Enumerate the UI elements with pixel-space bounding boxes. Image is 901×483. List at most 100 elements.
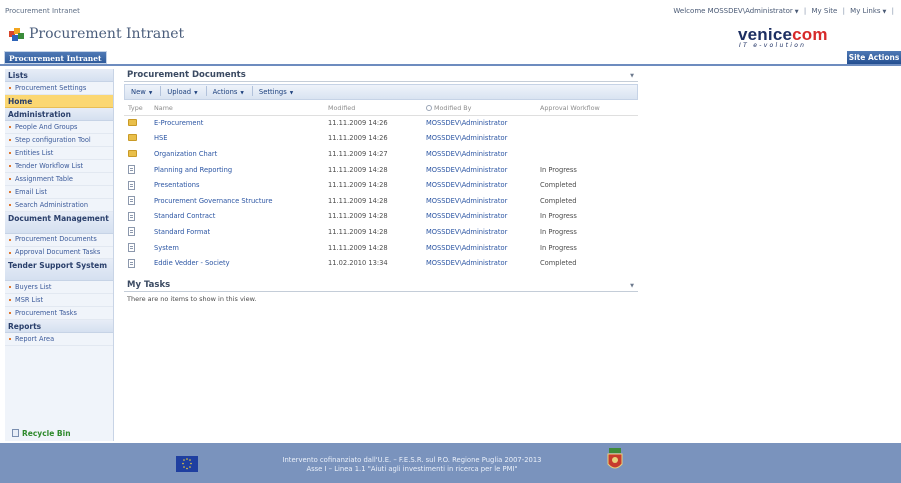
nav-item-step-configuration-tool[interactable]: Step configuration Tool [5,134,113,147]
type-cell [124,131,150,147]
my-links-menu[interactable]: My Links ▼ [850,7,886,15]
approval-workflow-cell[interactable]: Completed [536,255,638,271]
document-name-link[interactable]: Procurement Governance Structure [150,193,324,209]
nav-heading-tender-support-system[interactable]: Tender Support System [5,259,113,281]
nav-heading-home[interactable]: Home [5,95,113,108]
nav-item-email-list[interactable]: Email List [5,186,113,199]
chevron-down-icon: ▼ [289,91,294,96]
table-row[interactable]: HSE 11.11.2009 14:26 MOSSDEV\Administrator [124,131,638,147]
column-header-modified[interactable]: Modified [324,101,422,116]
nav-item-msr-list[interactable]: MSR List [5,294,113,307]
modified-by-link[interactable]: MOSSDEV\Administrator [422,131,536,147]
folder-icon [128,119,137,127]
upload-menu-button[interactable]: Upload ▼ [161,85,205,99]
table-row[interactable]: Presentations 11.11.2009 14:28 MOSSDEV\Adm… [124,177,638,193]
document-name-link[interactable]: Standard Contract [150,209,324,225]
document-name-link[interactable]: Presentations [150,177,324,193]
new-menu-button[interactable]: New ▼ [125,85,160,99]
document-name-link[interactable]: Eddie Vedder - Society [150,255,324,271]
approval-workflow-cell[interactable]: Completed [536,193,638,209]
type-cell [124,115,150,131]
approval-workflow-cell[interactable]: In Progress [536,224,638,240]
table-row[interactable]: Standard Contract 11.11.2009 14:28 MOSSDEV… [124,209,638,225]
nav-item-procurement-settings[interactable]: Procurement Settings [5,82,113,95]
document-icon [128,243,135,253]
tasks-title[interactable]: My Tasks [127,280,170,290]
document-name-link[interactable]: Organization Chart [150,146,324,162]
table-row[interactable]: Procurement Governance Structure 11.11.20… [124,193,638,209]
divider: | [842,7,845,15]
approval-workflow-cell[interactable]: In Progress [536,162,638,178]
nav-item-procurement-documents[interactable]: Procurement Documents [5,234,113,247]
webpart-menu-icon[interactable]: ▼ [630,70,634,82]
tasks-empty-message: There are no items to show in this view. [127,294,257,303]
nav-item-entities-list[interactable]: Entities List [5,147,113,160]
webpart-menu-icon[interactable]: ▼ [630,280,634,292]
approval-workflow-cell[interactable] [536,131,638,147]
main-content: Procurement Documents ▼ New ▼ Upload ▼ Actio… [124,69,638,303]
approval-workflow-cell[interactable]: In Progress [536,240,638,256]
welcome-menu[interactable]: Welcome MOSSDEV\Administrator ▼ [673,7,798,15]
approval-workflow-cell[interactable] [536,146,638,162]
nav-item-assignment-table[interactable]: Assignment Table [5,173,113,186]
type-cell [124,193,150,209]
nav-heading-lists[interactable]: Lists [5,69,113,82]
document-name-link[interactable]: Planning and Reporting [150,162,324,178]
type-cell [124,177,150,193]
site-actions-button[interactable]: Site Actions [847,51,901,64]
site-title[interactable]: Procurement Intranet [29,26,184,42]
modified-by-link[interactable]: MOSSDEV\Administrator [422,177,536,193]
table-row[interactable]: E-Procurement 11.11.2009 14:26 MOSSDEV\Adm… [124,115,638,131]
table-row[interactable]: Planning and Reporting 11.11.2009 14:28 MO… [124,162,638,178]
modified-by-link[interactable]: MOSSDEV\Administrator [422,193,536,209]
document-name-link[interactable]: HSE [150,131,324,147]
modified-by-link[interactable]: MOSSDEV\Administrator [422,240,536,256]
nav-item-report-area[interactable]: Report Area [5,333,113,346]
modified-cell: 11.11.2009 14:28 [328,165,388,174]
nav-item-people-and-groups[interactable]: People And Groups [5,121,113,134]
actions-menu-button[interactable]: Actions ▼ [207,85,252,99]
nav-item-tender-workflow-list[interactable]: Tender Workflow List [5,160,113,173]
nav-item-search-administration[interactable]: Search Administration [5,199,113,212]
approval-workflow-cell[interactable]: Completed [536,177,638,193]
modified-by-link[interactable]: MOSSDEV\Administrator [422,224,536,240]
modified-cell: 11.11.2009 14:26 [328,119,388,128]
document-icon [128,196,135,206]
approval-workflow-cell[interactable] [536,115,638,131]
table-header-row: Type Name Modified Modified By Approval … [124,101,638,116]
column-header-modified-by[interactable]: Modified By [422,101,536,116]
nav-heading-administration[interactable]: Administration [5,108,113,121]
modified-cell: 11.11.2009 14:28 [328,196,388,205]
column-header-name[interactable]: Name [150,101,324,116]
modified-cell: 11.11.2009 14:28 [328,181,388,190]
modified-by-link[interactable]: MOSSDEV\Administrator [422,255,536,271]
footer-line-2: Asse I – Linea 1.1 "Aiuti agli investime… [306,465,518,473]
nav-heading-reports[interactable]: Reports [5,320,113,333]
global-breadcrumb[interactable]: Procurement Intranet [5,7,80,15]
modified-by-link[interactable]: MOSSDEV\Administrator [422,162,536,178]
modified-by-link[interactable]: MOSSDEV\Administrator [422,209,536,225]
brand-tagline: IT e-volution [739,42,807,49]
documents-title[interactable]: Procurement Documents [127,70,246,80]
modified-by-link[interactable]: MOSSDEV\Administrator [422,115,536,131]
nav-item-approval-document-tasks[interactable]: Approval Document Tasks [5,247,113,259]
table-row[interactable]: Organization Chart 11.11.2009 14:27 MOSSDE… [124,146,638,162]
modified-by-link[interactable]: MOSSDEV\Administrator [422,146,536,162]
table-row[interactable]: Eddie Vedder - Society 11.02.2010 13:34 MO… [124,255,638,271]
table-row[interactable]: Standard Format 11.11.2009 14:28 MOSSDEV\A… [124,224,638,240]
document-name-link[interactable]: Standard Format [150,224,324,240]
nav-item-buyers-list[interactable]: Buyers List [5,281,113,294]
table-row[interactable]: System 11.11.2009 14:28 MOSSDEV\Administra… [124,240,638,256]
document-name-link[interactable]: E-Procurement [150,115,324,131]
column-header-type[interactable]: Type [124,101,150,116]
nav-item-procurement-tasks[interactable]: Procurement Tasks [5,307,113,320]
settings-menu-button[interactable]: Settings ▼ [253,85,301,99]
nav-heading-document-management[interactable]: Document Management [5,212,113,234]
document-icon [128,180,135,190]
recycle-bin-link[interactable]: Recycle Bin [12,429,71,438]
approval-workflow-cell[interactable]: In Progress [536,209,638,225]
tab-procurement-intranet[interactable]: Procurement Intranet [4,51,107,64]
my-site-link[interactable]: My Site [811,7,837,15]
column-header-approval-workflow[interactable]: Approval Workflow [536,101,638,116]
document-name-link[interactable]: System [150,240,324,256]
